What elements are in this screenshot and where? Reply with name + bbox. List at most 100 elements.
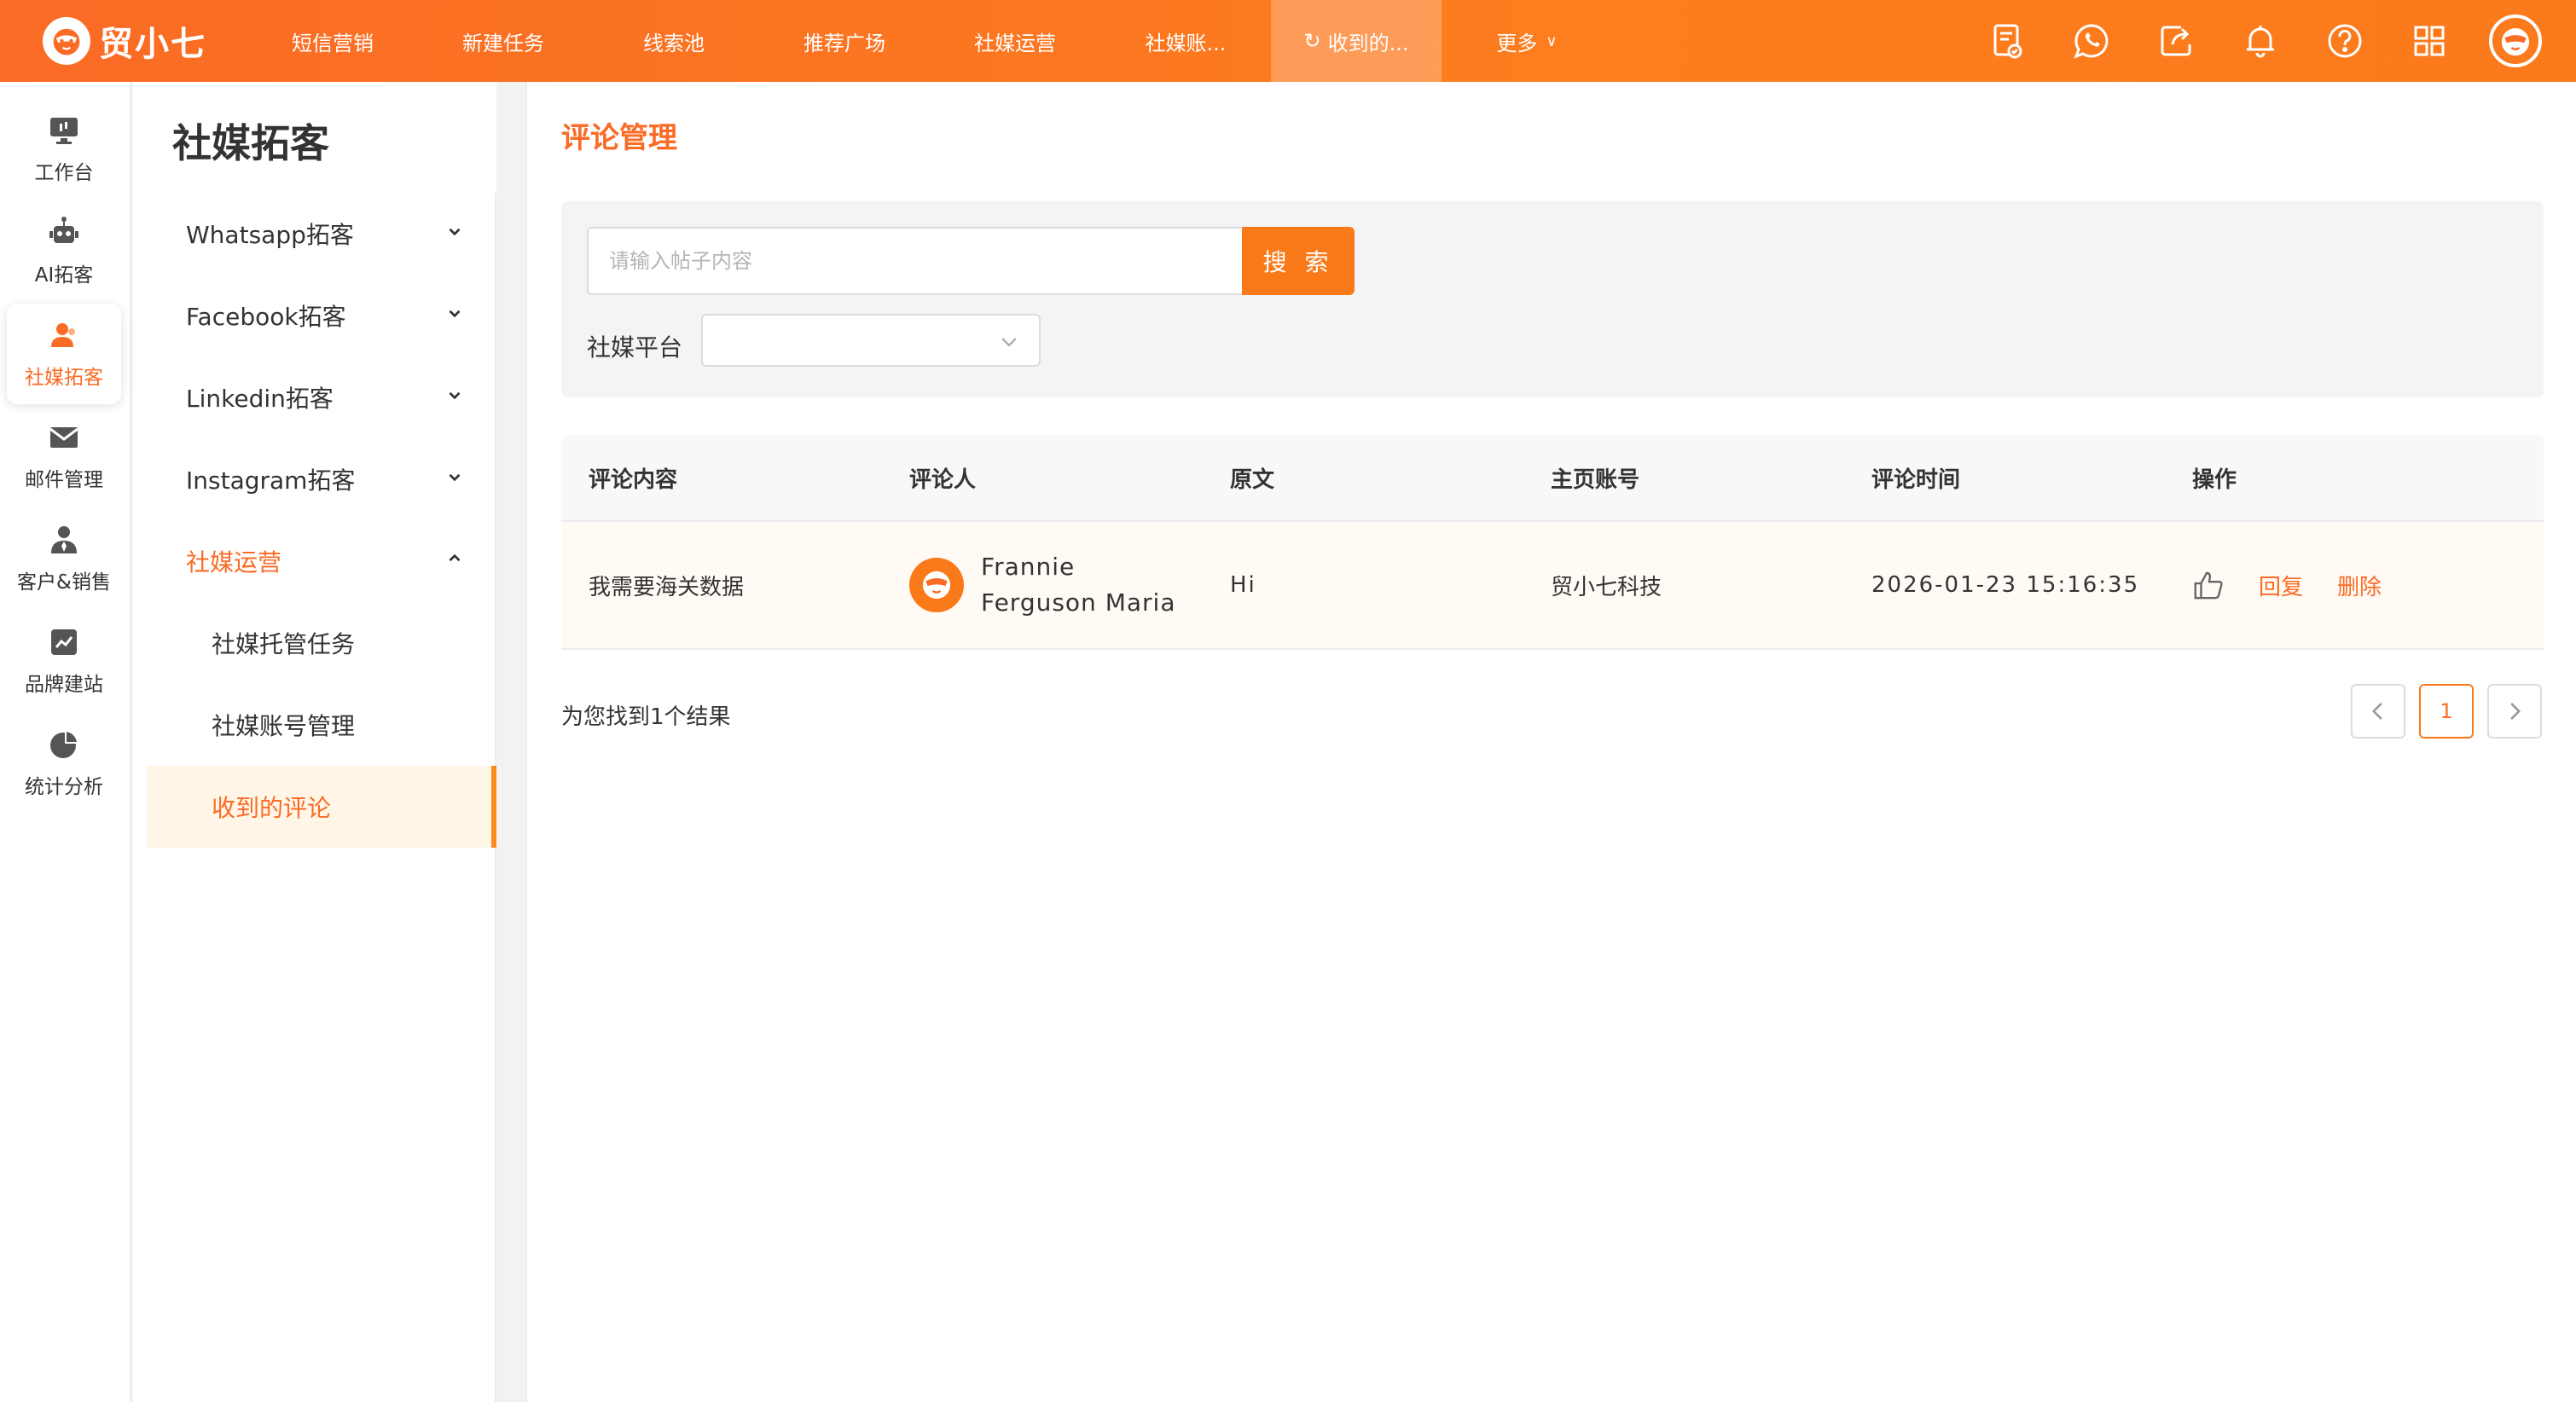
- platform-label: 社媒平台: [587, 333, 683, 362]
- menu-group-label: Instagram拓客: [186, 466, 356, 495]
- nav-item-sms-marketing[interactable]: 短信营销: [247, 0, 418, 82]
- nav-item-received-comments[interactable]: ↻ 收到的...: [1271, 0, 1442, 82]
- pagination: 1: [2337, 684, 2542, 739]
- column-header: 原文: [1230, 466, 1275, 493]
- help-icon[interactable]: [2320, 16, 2370, 66]
- top-nav: 短信营销 新建任务 线索池 推荐广场 社媒运营 社媒账... ↻ 收到的... …: [247, 0, 1612, 82]
- menu-group-instagram[interactable]: Instagram拓客: [147, 438, 495, 520]
- column-header: 主页账号: [1551, 466, 1640, 493]
- brand[interactable]: 贸小七: [0, 16, 247, 66]
- share-export-icon[interactable]: [2151, 16, 2201, 66]
- task-list-icon[interactable]: [1982, 16, 2032, 66]
- nav-label: 短信营销: [292, 31, 374, 55]
- left-rail: 工作台 AI拓客 社媒拓客 邮件管理 客户&销售 品牌建站 统计分析: [0, 82, 131, 1402]
- page-number-button[interactable]: 1: [2419, 684, 2474, 739]
- menu-group-label: 社媒运营: [186, 548, 282, 576]
- rail-label: 客户&销售: [17, 571, 111, 594]
- row-actions: 回复 删除: [2165, 569, 2544, 601]
- person-tie-icon: [51, 526, 77, 553]
- top-icons: [1947, 0, 2542, 82]
- menu-item-hosted-tasks[interactable]: 社媒托管任务: [147, 602, 495, 684]
- nav-item-recommend-square[interactable]: 推荐广场: [759, 0, 930, 82]
- sub-menu: 社媒拓客 Whatsapp拓客 Facebook拓客 Linkedin拓客 In…: [133, 82, 496, 1402]
- prev-page-button[interactable]: [2351, 684, 2405, 739]
- next-page-button[interactable]: [2487, 684, 2542, 739]
- platform-select[interactable]: [701, 314, 1041, 367]
- nav-label: 社媒账...: [1145, 31, 1227, 55]
- apps-grid-icon[interactable]: [2405, 16, 2454, 66]
- page-account: 贸小七科技: [1551, 574, 1662, 600]
- column-header: 评论内容: [589, 466, 678, 493]
- rail-item-workbench[interactable]: 工作台: [7, 99, 121, 200]
- whatsapp-icon[interactable]: [2067, 16, 2116, 66]
- brand-name: 贸小七: [99, 25, 206, 64]
- nav-item-new-task[interactable]: 新建任务: [418, 0, 589, 82]
- menu-item-label: 社媒账号管理: [212, 712, 356, 740]
- users-icon: [51, 323, 75, 347]
- rail-item-social-prospecting[interactable]: 社媒拓客: [7, 304, 121, 404]
- chevron-down-icon: [449, 391, 461, 400]
- rail-item-ai-prospecting[interactable]: AI拓客: [7, 201, 121, 302]
- chevron-down-icon: [1001, 338, 1017, 347]
- rail-label: 邮件管理: [25, 469, 103, 491]
- column-header: 操作: [2192, 466, 2237, 493]
- rail-item-statistics[interactable]: 统计分析: [7, 713, 121, 814]
- rail-item-mail[interactable]: 邮件管理: [7, 406, 121, 507]
- menu-group-label: Facebook拓客: [186, 303, 346, 331]
- menu-group-facebook[interactable]: Facebook拓客: [147, 275, 495, 356]
- chevron-up-icon: [449, 553, 461, 562]
- author-name-line1: Frannie: [981, 553, 1076, 581]
- nav-label: 线索池: [643, 31, 705, 55]
- submenu-title: 社媒拓客: [172, 120, 329, 166]
- nav-label: 收到的...: [1327, 31, 1409, 55]
- chevron-down-icon: [449, 310, 461, 318]
- reply-link[interactable]: 回复: [2259, 570, 2303, 601]
- original-post: Hi: [1230, 572, 1256, 598]
- chevron-left-icon: [2371, 702, 2382, 721]
- menu-group-whatsapp[interactable]: Whatsapp拓客: [147, 193, 495, 275]
- nav-item-more[interactable]: 更多 ∨: [1442, 0, 1612, 82]
- top-bar: 贸小七 短信营销 新建任务 线索池 推荐广场 社媒运营 社媒账... ↻ 收到的…: [0, 0, 2576, 82]
- comment-content: 我需要海关数据: [589, 574, 745, 600]
- rail-label: 工作台: [34, 162, 94, 184]
- menu-item-label: 社媒托管任务: [212, 630, 356, 658]
- filter-panel: 搜 索 社媒平台: [561, 201, 2544, 397]
- author-avatar: [909, 558, 964, 612]
- menu-group-label: Whatsapp拓客: [186, 221, 354, 249]
- comments-table: 评论内容 评论人 原文 主页账号 评论时间 操作 我需要海关数据 Frannie…: [561, 435, 2544, 650]
- bell-icon[interactable]: [2236, 16, 2285, 66]
- rail-item-brand-site[interactable]: 品牌建站: [7, 611, 121, 711]
- rail-label: 品牌建站: [25, 674, 103, 696]
- rail-label: 统计分析: [25, 776, 103, 798]
- menu-group-linkedin[interactable]: Linkedin拓客: [147, 356, 495, 438]
- search-input[interactable]: [587, 227, 1244, 295]
- column-header: 评论时间: [1871, 466, 1961, 493]
- nav-label: 更多: [1496, 31, 1538, 55]
- column-header: 评论人: [909, 466, 977, 493]
- delete-link[interactable]: 删除: [2337, 570, 2382, 601]
- menu-item-received-comments[interactable]: 收到的评论: [147, 766, 496, 848]
- chevron-down-icon: [449, 228, 461, 236]
- search-button[interactable]: 搜 索: [1242, 227, 1355, 295]
- submenu-list: Whatsapp拓客 Facebook拓客 Linkedin拓客 Instagr…: [147, 193, 496, 1402]
- nav-item-social-operation[interactable]: 社媒运营: [930, 0, 1100, 82]
- menu-item-account-management[interactable]: 社媒账号管理: [147, 684, 495, 766]
- robot-icon: [49, 217, 78, 243]
- page-title: 评论管理: [561, 121, 677, 155]
- user-avatar[interactable]: [2489, 14, 2542, 67]
- rail-item-customer-sales[interactable]: 客户&销售: [7, 508, 121, 609]
- menu-group-social-operation[interactable]: 社媒运营: [147, 520, 495, 602]
- chevron-down-icon: [449, 473, 461, 482]
- nav-item-social-accounts[interactable]: 社媒账...: [1100, 0, 1271, 82]
- result-count: 为您找到1个结果: [561, 704, 731, 730]
- rail-label: AI拓客: [34, 264, 94, 287]
- trend-chart-icon: [51, 629, 77, 655]
- nav-label: 新建任务: [462, 31, 544, 55]
- comment-time: 2026-01-23 15:16:35: [1871, 572, 2140, 598]
- nav-item-lead-pool[interactable]: 线索池: [589, 0, 759, 82]
- rail-label: 社媒拓客: [25, 367, 103, 389]
- refresh-icon[interactable]: ↻: [1304, 29, 1321, 53]
- pie-chart-icon: [50, 729, 79, 758]
- thumbs-up-icon[interactable]: [2192, 569, 2225, 601]
- chevron-right-icon: [2510, 702, 2521, 721]
